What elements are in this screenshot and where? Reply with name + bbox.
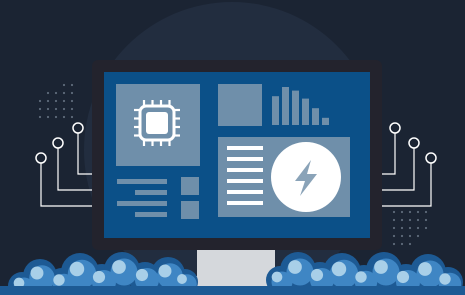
dot [424, 218, 428, 222]
dot [408, 210, 412, 214]
monitor-illustration [0, 2, 465, 295]
cloud-highlight [374, 260, 388, 274]
cloud-highlight [439, 273, 451, 285]
dot [70, 83, 74, 87]
dot [408, 218, 412, 222]
dot [62, 99, 66, 103]
bar [322, 117, 329, 125]
dot [54, 99, 58, 103]
dot [400, 218, 404, 222]
cloud-highlight [177, 274, 187, 284]
cloud-highlight [112, 260, 126, 274]
dot [408, 242, 412, 246]
cloud-highlight [288, 260, 302, 274]
dot [400, 234, 404, 238]
cloud-highlight [355, 271, 367, 283]
dot [46, 107, 50, 111]
dot [424, 226, 428, 230]
dot [392, 234, 396, 238]
bar [292, 90, 299, 125]
dot [38, 115, 42, 119]
dot [400, 242, 404, 246]
dot [70, 99, 74, 103]
cloud-highlight [92, 270, 106, 284]
cloud-highlight [418, 262, 432, 276]
cloud-highlight [30, 266, 44, 280]
dot-grid-left [38, 83, 74, 119]
cloud-highlight [135, 268, 149, 282]
bar [272, 96, 279, 125]
dot [392, 242, 396, 246]
monitor-stand [197, 250, 275, 280]
dot [46, 91, 50, 95]
cloud-highlight [53, 274, 65, 286]
dot [46, 115, 50, 119]
cloud-highlight [158, 264, 172, 278]
dot [392, 226, 396, 230]
dot [400, 226, 404, 230]
dot [38, 99, 42, 103]
dot [70, 107, 74, 111]
dot [46, 99, 50, 103]
dot [408, 234, 412, 238]
bar [312, 108, 319, 125]
dot [416, 234, 420, 238]
dot [70, 115, 74, 119]
cloud-highlight [331, 261, 347, 277]
cloud-highlight [310, 268, 324, 282]
cloud-highlight [396, 270, 410, 284]
cloud-highlight [271, 271, 283, 283]
dot [38, 107, 42, 111]
cloud-highlight [69, 261, 85, 277]
dot [62, 83, 66, 87]
image-placeholder [218, 84, 262, 126]
dot [424, 210, 428, 214]
bar [302, 98, 309, 125]
dot [62, 91, 66, 95]
dot [392, 210, 396, 214]
dot [62, 115, 66, 119]
dot [392, 218, 396, 222]
dot [416, 218, 420, 222]
dot [54, 107, 58, 111]
dot [400, 210, 404, 214]
dot [54, 115, 58, 119]
dot [416, 226, 420, 230]
bar [282, 87, 289, 125]
dot [62, 107, 66, 111]
dot-grid-right [392, 210, 428, 246]
dot [408, 226, 412, 230]
dot [416, 210, 420, 214]
cpu-chip-icon [134, 100, 180, 146]
dot [70, 91, 74, 95]
cloud-base [0, 286, 465, 295]
dot [54, 91, 58, 95]
